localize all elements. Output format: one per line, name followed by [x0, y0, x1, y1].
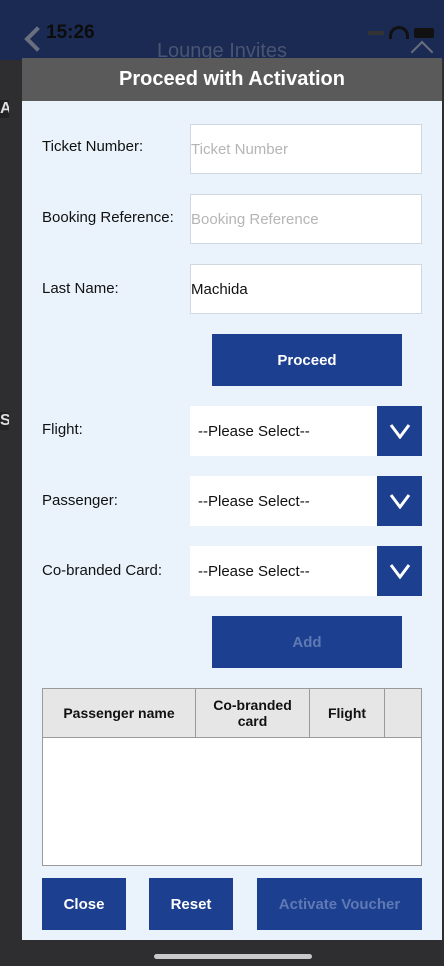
- booking-reference-label: Booking Reference:: [42, 209, 174, 226]
- activate-voucher-button[interactable]: Activate Voucher: [257, 878, 422, 930]
- passenger-select-value: --Please Select--: [198, 492, 310, 510]
- cobranded-card-select[interactable]: --Please Select--: [190, 546, 422, 596]
- cobranded-card-label: Co-branded Card:: [42, 562, 163, 579]
- booking-reference-input[interactable]: Booking Reference: [190, 194, 422, 244]
- flight-select-value: --Please Select--: [198, 422, 310, 440]
- proceed-button[interactable]: Proceed: [212, 334, 402, 386]
- flight-select[interactable]: --Please Select--: [190, 406, 422, 456]
- chevron-down-icon[interactable]: [377, 546, 422, 596]
- battery-icon: [414, 27, 434, 38]
- modal-header: Proceed with Activation: [22, 58, 442, 101]
- passenger-table: Passenger name Co-branded card Flight: [42, 688, 422, 866]
- passenger-label: Passenger:: [42, 492, 118, 509]
- background-letter: S: [0, 412, 9, 430]
- status-icons: [368, 26, 434, 39]
- last-name-input[interactable]: Machida: [190, 264, 422, 314]
- activation-modal: Proceed with Activation Ticket Number: T…: [22, 58, 442, 940]
- signal-icon: [368, 30, 384, 35]
- modal-title: Proceed with Activation: [119, 68, 345, 90]
- chevron-down-icon[interactable]: [377, 406, 422, 456]
- add-button[interactable]: Add: [212, 616, 402, 668]
- home-indicator[interactable]: [154, 954, 312, 959]
- last-name-label: Last Name:: [42, 280, 119, 297]
- ticket-number-input[interactable]: Ticket Number: [190, 124, 422, 174]
- chevron-down-icon[interactable]: [377, 476, 422, 526]
- background-letter: A: [0, 100, 9, 118]
- table-header: Passenger name Co-branded card Flight: [43, 689, 421, 738]
- ticket-number-label: Ticket Number:: [42, 138, 144, 155]
- passenger-select[interactable]: --Please Select--: [190, 476, 422, 526]
- wifi-icon: [389, 26, 409, 39]
- flight-label: Flight:: [42, 421, 83, 438]
- column-header: Co-branded card: [196, 689, 310, 737]
- close-button[interactable]: Close: [42, 878, 126, 930]
- reset-button[interactable]: Reset: [149, 878, 233, 930]
- column-header: [385, 689, 421, 737]
- column-header: Passenger name: [43, 689, 196, 737]
- column-header: Flight: [310, 689, 385, 737]
- cobranded-card-select-value: --Please Select--: [198, 562, 310, 580]
